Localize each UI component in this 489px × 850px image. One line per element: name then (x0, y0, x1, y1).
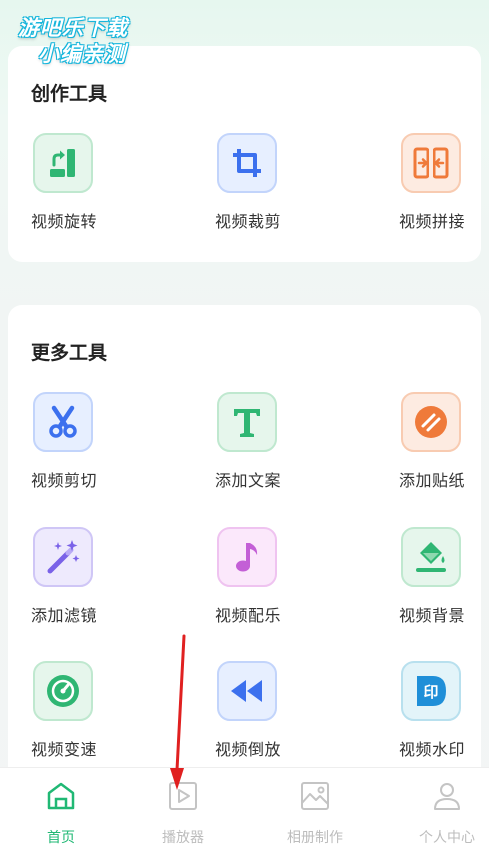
tool-video-watermark[interactable]: 印 视频水印 (376, 661, 489, 771)
merge-icon (413, 147, 449, 179)
tool-label: 视频背景 (398, 606, 465, 625)
merge-tile[interactable] (401, 133, 461, 193)
sticker-tile[interactable] (401, 392, 461, 452)
scissors-tile[interactable] (33, 392, 93, 452)
tab-album[interactable]: 相册制作 (254, 768, 376, 850)
speed-tile[interactable] (33, 661, 93, 721)
tab-label-album: 相册制作 (287, 830, 343, 846)
tool-label: 视频拼接 (398, 212, 465, 231)
watermark-tile[interactable]: 印 (401, 661, 461, 721)
bottom-tab-bar: 首页 播放器 相册制作 个人中心 (0, 767, 489, 850)
tool-label: 视频水印 (398, 740, 465, 759)
text-icon (234, 409, 260, 437)
tool-video-merge[interactable]: 视频拼接 (376, 133, 489, 243)
tool-label: 视频配乐 (214, 606, 281, 625)
tool-video-speed[interactable]: 视频变速 (8, 661, 148, 771)
profile-icon (434, 783, 460, 810)
tool-video-background[interactable]: 视频背景 (376, 527, 489, 637)
watermark-icon: 印 (417, 676, 446, 706)
tool-label: 视频变速 (30, 740, 97, 759)
tool-label: 视频倒放 (214, 740, 281, 759)
speedometer-icon (47, 675, 79, 707)
tool-label: 视频旋转 (30, 212, 97, 231)
tab-home[interactable]: 首页 (0, 768, 122, 850)
tool-label: 添加贴纸 (398, 471, 465, 490)
tool-add-text[interactable]: 添加文案 (192, 392, 332, 502)
creation-tools-card: 创作工具 视频旋转 视频裁剪 视频拼接 (8, 46, 481, 262)
magic-wand-icon (47, 540, 80, 574)
text-tile[interactable] (217, 392, 277, 452)
tab-label-player: 播放器 (162, 830, 204, 846)
tool-label: 视频剪切 (30, 471, 97, 490)
rewind-tile[interactable] (217, 661, 277, 721)
tool-video-reverse[interactable]: 视频倒放 (192, 661, 332, 771)
player-icon (169, 782, 197, 810)
tool-add-sticker[interactable]: 添加贴纸 (376, 392, 489, 502)
tool-label: 添加滤镜 (30, 606, 97, 625)
paint-bucket-icon (416, 542, 446, 572)
magic-wand-tile[interactable] (33, 527, 93, 587)
tab-label-profile: 个人中心 (419, 830, 475, 846)
tab-player[interactable]: 播放器 (122, 768, 244, 850)
tab-label-home: 首页 (47, 830, 75, 846)
rewind-icon (231, 680, 262, 702)
tool-add-filter[interactable]: 添加滤镜 (8, 527, 148, 637)
more-tools-card: 更多工具 视频剪切 添加文案 添加贴纸 添加滤镜 视频配乐 视频背景 视频变速 … (8, 305, 481, 767)
svg-text:印: 印 (423, 683, 438, 701)
tool-video-cut[interactable]: 视频剪切 (8, 392, 148, 502)
crop-tile[interactable] (217, 133, 277, 193)
crop-icon (233, 149, 261, 177)
watermark-line-2: 小编亲测 (38, 42, 126, 66)
music-note-icon (236, 543, 258, 572)
rotate-icon (50, 149, 75, 177)
section-title-creation-tools: 创作工具 (31, 83, 108, 105)
section-title-more-tools: 更多工具 (31, 342, 108, 364)
home-icon (47, 782, 75, 810)
sticker-icon (415, 406, 447, 438)
tool-label: 添加文案 (214, 471, 281, 490)
watermark-logo: 游吧乐下载 小编亲测 (12, 8, 152, 66)
rotate-tile[interactable] (33, 133, 93, 193)
tool-video-rotate[interactable]: 视频旋转 (8, 133, 148, 243)
tool-label: 视频裁剪 (214, 212, 281, 231)
album-icon (301, 782, 329, 810)
scissors-icon (49, 405, 77, 438)
paint-bucket-tile[interactable] (401, 527, 461, 587)
tool-video-crop[interactable]: 视频裁剪 (192, 133, 332, 243)
tool-video-music[interactable]: 视频配乐 (192, 527, 332, 637)
music-tile[interactable] (217, 527, 277, 587)
tab-profile[interactable]: 个人中心 (386, 768, 489, 850)
